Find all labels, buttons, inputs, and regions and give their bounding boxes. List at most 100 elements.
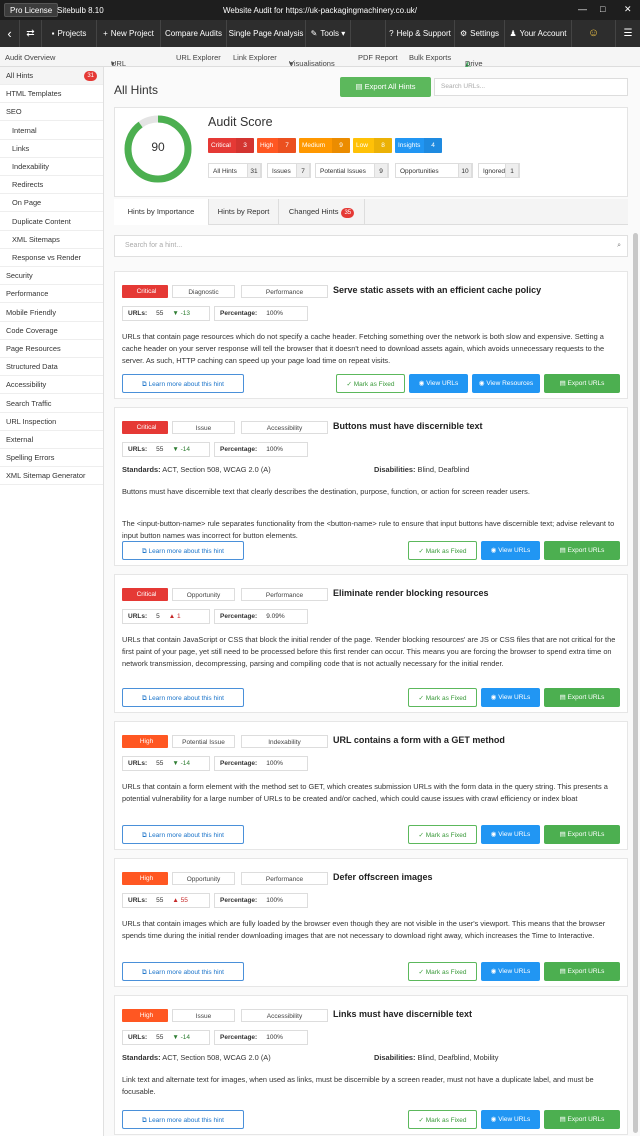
sidebar-item-label: Performance [6,289,49,299]
export-urls-button[interactable]: ▤ Export URLs [544,541,620,560]
mark-as-fixed-button[interactable]: ✓ Mark as Fixed [408,1110,477,1129]
learn-more-button[interactable]: ⧉ Learn more about this hint [122,688,244,707]
sidebar-item[interactable]: Mobile Friendly [0,304,103,322]
sidebar-item[interactable]: Internal [0,122,103,140]
settings-button[interactable]: ⚙ Settings [455,20,505,47]
learn-more-button[interactable]: ⧉ Learn more about this hint [122,541,244,560]
your-account-button[interactable]: ♟ Your Account [505,20,572,47]
spreadsheet-icon: ▤ [559,547,568,554]
hint-count-filter[interactable]: Opportunities 10 [395,163,473,178]
subnav-bulk-exports[interactable]: Bulk Exports [409,53,451,62]
sidebar-item[interactable]: XML Sitemaps [0,231,103,249]
view-urls-button[interactable]: ◉ View URLs [409,374,468,393]
hint-count-filter[interactable]: Issues 7 [267,163,311,178]
tab-hints-by-importance[interactable]: Hints by Importance [114,199,209,225]
sidebar-item[interactable]: XML Sitemap Generator [0,467,103,486]
tab-changed-hints[interactable]: Changed Hints 35 [279,199,365,225]
export-urls-button[interactable]: ▤ Export URLs [544,825,620,844]
sidebar-item[interactable]: On Page [0,194,103,213]
mark-as-fixed-button[interactable]: ✓ Mark as Fixed [408,688,477,707]
sidebar-item[interactable]: Indexability [0,158,103,176]
severity-badge[interactable]: Critical 3 [208,138,254,153]
hint-category-tag: Accessibility [241,421,328,434]
export-urls-button[interactable]: ▤ Export URLs [544,1110,620,1129]
hint-title: Links must have discernible text [333,1009,473,1019]
hint-count-filter[interactable]: All Hints 31 [208,163,262,178]
new-project-button[interactable]: + New Project [97,20,161,47]
subnav-audit-overview[interactable]: Audit Overview [5,53,55,62]
sidebar-item[interactable]: Links [0,140,103,158]
severity-count: 7 [278,138,296,153]
severity-badge[interactable]: Medium 9 [299,138,350,153]
close-icon[interactable]: ✕ [624,4,632,15]
sidebar-item[interactable]: Search Traffic [0,395,103,413]
sidebar-item[interactable]: URL Inspection [0,413,103,431]
mark-as-fixed-button[interactable]: ✓ Mark as Fixed [336,374,405,393]
help-support-button[interactable]: ? Help & Support [385,20,455,47]
sidebar-item[interactable]: External [0,431,103,449]
back-button[interactable]: ‹ [0,20,20,47]
learn-more-label: Learn more about this hint [148,969,224,976]
sidebar-item[interactable]: Spelling Errors [0,449,103,468]
hint-count-filter[interactable]: Potential Issues 9 [315,163,389,178]
view-urls-label: View URLs [498,1116,531,1123]
export-urls-button[interactable]: ▤ Export URLs [544,688,620,707]
hint-search-input[interactable]: Search for a hint... ⌕ [114,235,628,257]
severity-badge[interactable]: Low 8 [353,138,392,153]
sidebar-item[interactable]: SEO [0,103,103,122]
learn-more-button[interactable]: ⧉ Learn more about this hint [122,962,244,981]
export-all-hints-button[interactable]: ▤ Export All Hints [340,77,431,97]
tab-hints-by-report[interactable]: Hints by Report [209,199,279,225]
severity-badge[interactable]: Insights 4 [395,138,442,153]
search-urls-input[interactable]: Search URLs... [434,78,628,96]
learn-more-button[interactable]: ⧉ Learn more about this hint [122,825,244,844]
sidebar-item[interactable]: HTML Templates [0,85,103,104]
subnav-link-explorer[interactable]: Link Explorer [233,53,277,62]
check-icon: ✓ [346,381,354,388]
subnav-pdf-report[interactable]: PDF Report [358,53,398,62]
view-urls-button[interactable]: ◉ View URLs [481,1110,540,1129]
view-urls-button[interactable]: ◉ View URLs [481,541,540,560]
sidebar-item[interactable]: Performance [0,285,103,304]
learn-more-button[interactable]: ⧉ Learn more about this hint [122,374,244,393]
hint-card: Critical Diagnostic Performance Serve stati… [114,271,628,399]
sidebar-item[interactable]: Duplicate Content [0,213,103,231]
minimize-icon[interactable]: — [578,4,587,14]
percentage-value: 9.09% [266,613,285,620]
urls-metric: URLs: 5 ▲ 1 [122,609,210,624]
view-urls-button[interactable]: ◉ View URLs [481,688,540,707]
sidebar-item[interactable]: Accessibility [0,376,103,395]
mark-as-fixed-button[interactable]: ✓ Mark as Fixed [408,541,477,560]
maximize-icon[interactable]: □ [600,4,605,14]
percentage-label: Percentage: [220,1034,258,1041]
view-urls-button[interactable]: ◉ View URLs [481,962,540,981]
severity-badge[interactable]: High 7 [257,138,296,153]
sidebar-item[interactable]: All Hints 31 [0,67,103,85]
tools-button[interactable]: ✎ Tools ▾ [306,20,351,47]
subnav-url-explorer[interactable]: URL Explorer [176,53,221,62]
menu-button[interactable]: ☰ [616,20,640,47]
export-urls-button[interactable]: ▤ Export URLs [544,962,620,981]
compare-audits-button[interactable]: Compare Audits [161,20,227,47]
sidebar-item[interactable]: Code Coverage [0,322,103,340]
disabilities-value: Blind, Deafblind [417,465,470,474]
feedback-button[interactable]: ☺ [572,20,616,47]
sidebar-item-label: Security [6,271,33,281]
hint-count-filter[interactable]: Ignored 1 [478,163,520,178]
mark-as-fixed-button[interactable]: ✓ Mark as Fixed [408,825,477,844]
view-resources-button[interactable]: ◉ View Resources [472,374,540,393]
sidebar-item[interactable]: Structured Data [0,358,103,377]
urls-label: URLs: [128,613,148,620]
sidebar-item[interactable]: Redirects [0,176,103,195]
projects-button[interactable]: ▪ Projects [42,20,97,47]
mark-as-fixed-button[interactable]: ✓ Mark as Fixed [408,962,477,981]
single-page-analysis-button[interactable]: Single Page Analysis [227,20,306,47]
scrollbar[interactable] [633,233,638,1133]
sidebar-item[interactable]: Page Resources [0,340,103,358]
learn-more-button[interactable]: ⧉ Learn more about this hint [122,1110,244,1129]
export-urls-button[interactable]: ▤ Export URLs [544,374,620,393]
swap-button[interactable]: ⇄ [20,20,42,47]
sidebar-item[interactable]: Response vs Render [0,249,103,267]
sidebar-item[interactable]: Security [0,267,103,286]
view-urls-button[interactable]: ◉ View URLs [481,825,540,844]
